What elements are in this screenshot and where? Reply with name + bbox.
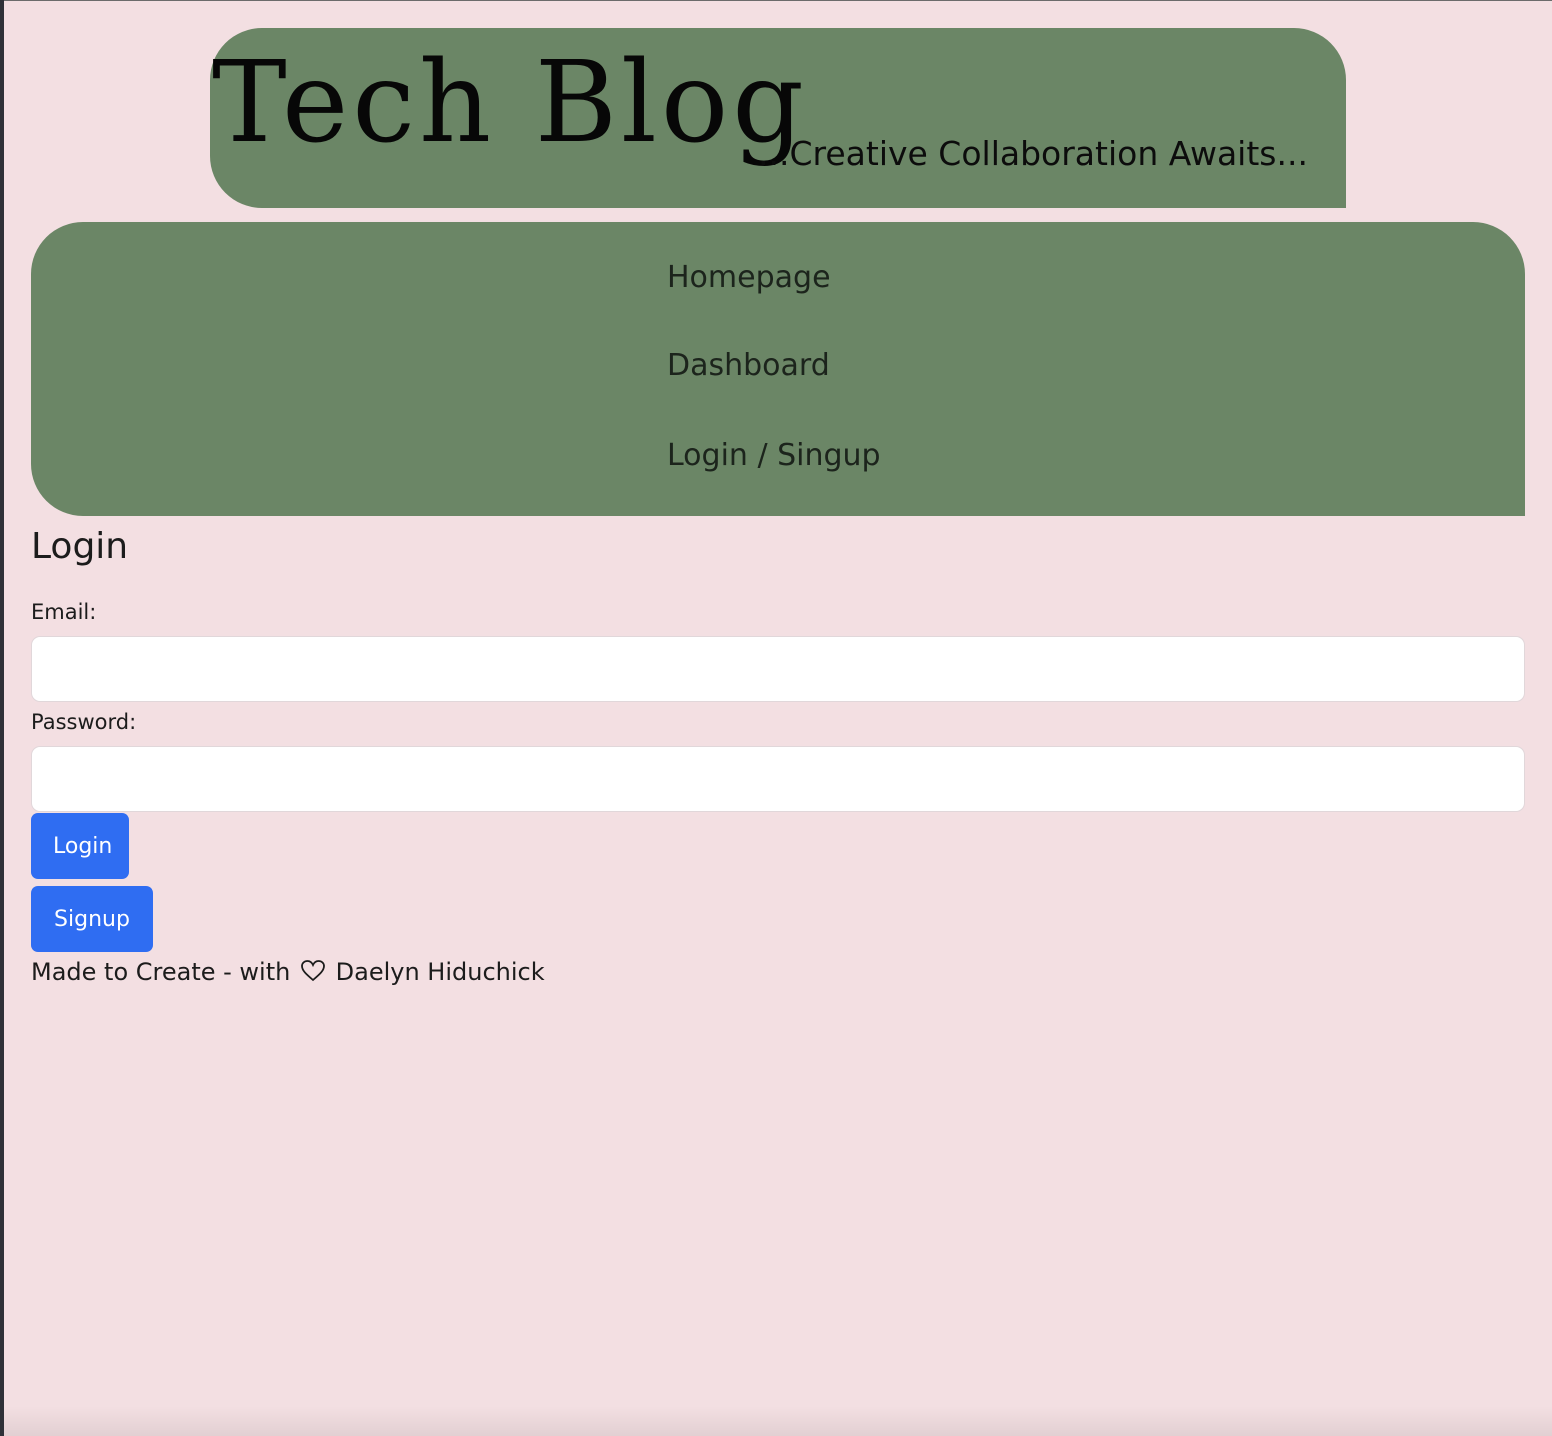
window-top-border — [0, 0, 1552, 1]
nav-link-dashboard[interactable]: Dashboard — [667, 346, 830, 386]
password-label: Password: — [31, 710, 137, 734]
login-button[interactable]: Login — [31, 813, 129, 879]
nav-link-homepage[interactable]: Homepage — [667, 258, 831, 298]
login-heading: Login — [31, 526, 129, 567]
main-navigation: Homepage Dashboard Login / Singup — [31, 222, 1525, 516]
window-bottom-shade — [4, 1406, 1552, 1436]
nav-link-login-signup[interactable]: Login / Singup — [667, 436, 881, 476]
email-input[interactable] — [31, 636, 1525, 702]
site-tagline: ...Creative Collaboration Awaits... — [758, 134, 1308, 173]
footer-text-before: Made to Create - with — [31, 958, 291, 986]
window-left-border — [0, 0, 4, 1436]
email-label: Email: — [31, 600, 97, 624]
site-footer: Made to Create - with Daelyn Hiduchick — [31, 954, 545, 990]
password-input[interactable] — [31, 746, 1525, 812]
signup-button[interactable]: Signup — [31, 886, 153, 952]
heart-icon — [300, 957, 326, 982]
site-title: Tech Blog — [212, 38, 808, 168]
footer-author: Daelyn Hiduchick — [335, 958, 545, 986]
site-header: Tech Blog ...Creative Collaboration Awai… — [210, 28, 1346, 208]
